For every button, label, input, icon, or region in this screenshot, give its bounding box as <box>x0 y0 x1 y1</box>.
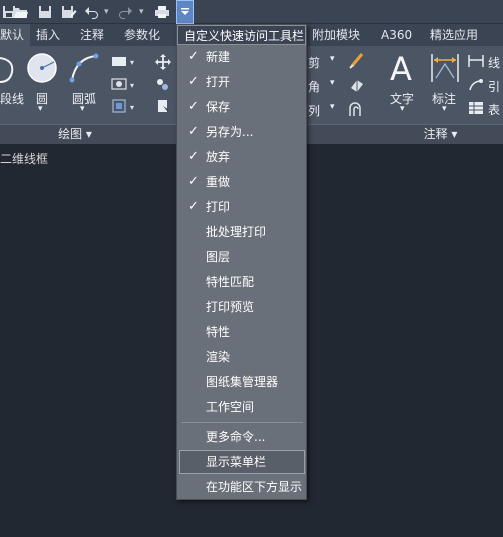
draw-panel-title[interactable]: 绘图 ▾ <box>0 124 150 144</box>
menu-item-open[interactable]: ✓ 打开 <box>179 70 305 94</box>
hatch-icon[interactable]: ▾ <box>110 76 136 95</box>
customize-quick-access-menu: 自定义快速访问工具栏 ✓ 新建 ✓ 打开 ✓ 保存 ✓ 另存为... ✓ 放弃 ✓ 重做 ✓… <box>176 24 307 500</box>
menu-item-layer[interactable]: 图层 <box>179 245 305 269</box>
menu-item-save-as[interactable]: ✓ 另存为... <box>179 120 305 144</box>
dimension-dropdown-icon[interactable]: ▾ <box>442 104 447 114</box>
fillet-dropdown-icon[interactable]: ▾ <box>330 78 335 88</box>
tab-parametric[interactable]: 参数化 <box>118 24 166 46</box>
plot-icon[interactable] <box>153 3 171 21</box>
trim-dropdown-icon[interactable]: ▾ <box>330 54 335 64</box>
menu-item-batch-plot[interactable]: 批处理打印 <box>179 220 305 244</box>
check-icon: ✓ <box>188 74 199 89</box>
svg-text:▾: ▾ <box>130 103 134 112</box>
leader-label[interactable]: 引 <box>488 78 500 95</box>
trim-label[interactable]: 剪 <box>308 54 320 71</box>
check-icon: ✓ <box>188 124 199 139</box>
autocad-window: ▾ ▾ 默认 插入 注释 参数化 附加模块 A360 精选应用 段线 圆 ▾ 圆… <box>0 0 503 537</box>
save-as-icon[interactable] <box>36 3 54 21</box>
copy-icon[interactable] <box>155 76 171 95</box>
menu-item-undo[interactable]: ✓ 放弃 <box>179 145 305 169</box>
check-icon: ✓ <box>188 149 199 164</box>
linear-dimension-icon[interactable] <box>468 54 484 71</box>
dimension-icon[interactable] <box>430 52 460 87</box>
tab-featured-apps[interactable]: 精选应用 <box>424 24 484 46</box>
menu-item-show-below-ribbon[interactable]: 在功能区下方显示 <box>179 475 305 499</box>
arc-dropdown-icon[interactable]: ▾ <box>80 104 85 114</box>
menu-item-workspace[interactable]: 工作空间 <box>179 395 305 419</box>
polyline-label[interactable]: 段线 <box>0 90 24 107</box>
rectangle-icon[interactable]: ▾ <box>110 54 136 71</box>
fillet-label[interactable]: 角 <box>308 78 320 95</box>
menu-item-plot-preview[interactable]: 打印预览 <box>179 295 305 319</box>
array-label[interactable]: 列 <box>308 102 320 119</box>
quick-access-toolbar: ▾ ▾ <box>0 0 503 24</box>
annotation-panel-title[interactable]: 注释 ▾ <box>378 124 503 144</box>
arc-icon[interactable] <box>68 52 100 87</box>
menu-item-new[interactable]: ✓ 新建 <box>179 45 305 69</box>
leader-icon[interactable] <box>468 78 484 95</box>
menu-item-plot[interactable]: ✓ 打印 <box>179 195 305 219</box>
redo-icon[interactable] <box>116 3 134 21</box>
tab-insert[interactable]: 插入 <box>30 24 66 46</box>
polyline-icon[interactable] <box>0 54 18 89</box>
menu-item-more-commands[interactable]: 更多命令... <box>179 425 305 449</box>
menu-item-properties[interactable]: 特性 <box>179 320 305 344</box>
circle-dropdown-icon[interactable]: ▾ <box>38 104 43 114</box>
move-icon[interactable] <box>155 54 171 73</box>
chevron-down-icon <box>181 8 189 15</box>
linear-label[interactable]: 线 <box>488 54 500 71</box>
visual-style-label[interactable]: 二维线框 <box>0 150 48 167</box>
check-icon: ✓ <box>188 49 199 64</box>
menu-title: 自定义快速访问工具栏 <box>177 25 306 45</box>
tab-default[interactable]: 默认 <box>0 24 31 46</box>
svg-text:▾: ▾ <box>130 58 134 67</box>
stretch-icon[interactable] <box>155 98 171 117</box>
menu-item-show-menubar[interactable]: 显示菜单栏 <box>179 450 305 474</box>
check-icon: ✓ <box>188 174 199 189</box>
save-as-edit-icon[interactable] <box>60 3 78 21</box>
menu-item-match-properties[interactable]: 特性匹配 <box>179 270 305 294</box>
circle-icon[interactable] <box>26 52 58 87</box>
erase-icon[interactable] <box>348 52 366 73</box>
table-label[interactable]: 表 <box>488 101 500 118</box>
offset-icon[interactable] <box>348 100 366 121</box>
tab-a360[interactable]: A360 <box>375 24 418 46</box>
array-dropdown-icon[interactable]: ▾ <box>330 102 335 112</box>
tab-addins[interactable]: 附加模块 <box>306 24 366 46</box>
menu-item-save[interactable]: ✓ 保存 <box>179 95 305 119</box>
menu-item-sheet-set-manager[interactable]: 图纸集管理器 <box>179 370 305 394</box>
redo-dropdown-icon[interactable]: ▾ <box>139 7 144 17</box>
menu-item-render[interactable]: 渲染 <box>179 345 305 369</box>
svg-text:A: A <box>390 50 412 84</box>
undo-dropdown-icon[interactable]: ▾ <box>104 7 109 17</box>
table-icon[interactable] <box>468 101 484 118</box>
text-icon[interactable]: A <box>388 50 418 88</box>
boundary-icon[interactable]: ▾ <box>110 98 136 117</box>
open-icon[interactable] <box>12 3 30 21</box>
explode-icon[interactable] <box>348 76 366 97</box>
text-dropdown-icon[interactable]: ▾ <box>400 104 405 114</box>
svg-text:▾: ▾ <box>130 81 134 90</box>
undo-icon[interactable] <box>83 3 101 21</box>
customize-toolbar-button[interactable] <box>176 0 194 24</box>
check-icon: ✓ <box>188 199 199 214</box>
menu-item-redo[interactable]: ✓ 重做 <box>179 170 305 194</box>
menu-separator <box>181 422 303 423</box>
tab-annotate[interactable]: 注释 <box>74 24 110 46</box>
check-icon: ✓ <box>188 99 199 114</box>
